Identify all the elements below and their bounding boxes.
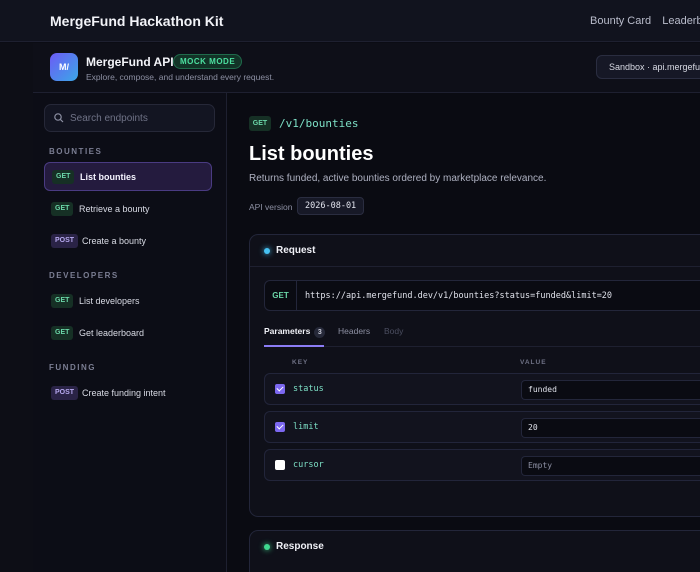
mergefund-logo: M/	[50, 53, 78, 81]
request-tabs: Parameters 3 Headers Body	[264, 323, 700, 347]
method-badge: POST	[51, 234, 79, 248]
request-card-header: Request	[250, 235, 700, 267]
search-icon	[54, 113, 64, 123]
api-version-badge: 2026-08-01	[297, 197, 365, 215]
mock-mode-badge: MOCK MODE	[173, 54, 243, 69]
method-badge: GET	[51, 202, 74, 216]
sidebar-item-label: Create funding intent	[82, 388, 166, 398]
environment-selector[interactable]: Sandbox · api.mergefund.dev	[596, 55, 700, 79]
method-badge: GET	[52, 170, 75, 184]
top-nav: Bounty Card Leaderboard	[590, 15, 700, 27]
column-header-key: KEY	[292, 359, 309, 366]
sidebar-item-label: Retrieve a bounty	[79, 204, 150, 214]
nav-leaderboard[interactable]: Leaderboard	[662, 15, 700, 27]
response-status-dot	[264, 544, 270, 550]
request-url-bar[interactable]: GET https://api.mergefund.dev/v1/bountie…	[264, 280, 700, 311]
top-bar: MergeFund Hackathon Kit Bounty Card Lead…	[0, 0, 700, 42]
parameter-row: status funded	[264, 373, 700, 405]
response-title: Response	[276, 541, 324, 552]
parameter-value-input[interactable]: funded	[521, 380, 700, 400]
sidebar-item-create-bounty[interactable]: POST Create a bounty	[44, 227, 212, 256]
parameter-count-badge: 3	[314, 327, 326, 338]
sidebar-item-list-developers[interactable]: GET List developers	[44, 287, 212, 316]
parameter-value-input[interactable]: Empty	[521, 456, 700, 476]
parameter-row: limit 20	[264, 411, 700, 443]
parameter-row: cursor Empty	[264, 449, 700, 481]
section-bounties: BOUNTIES	[49, 147, 103, 156]
parameter-enabled-checkbox[interactable]	[275, 460, 285, 470]
section-funding: FUNDING	[49, 363, 96, 372]
active-tab-indicator	[264, 345, 324, 347]
parameter-key: limit	[293, 422, 319, 432]
parameter-enabled-checkbox[interactable]	[275, 384, 285, 394]
method-badge: GET	[51, 326, 74, 340]
endpoint-description: Returns funded, active bounties ordered …	[249, 173, 547, 184]
search-endpoints-input[interactable]: Search endpoints	[44, 104, 215, 132]
parameter-key: cursor	[293, 460, 324, 470]
request-method[interactable]: GET	[265, 281, 297, 310]
sidebar-item-label: List developers	[79, 296, 140, 306]
response-card: Response	[249, 530, 700, 572]
tab-headers[interactable]: Headers	[338, 326, 370, 336]
sidebar-item-retrieve-bounty[interactable]: GET Retrieve a bounty	[44, 195, 212, 224]
method-badge: POST	[51, 386, 79, 400]
tab-label: Parameters	[264, 326, 311, 336]
app-title: MergeFund Hackathon Kit	[50, 13, 224, 29]
request-url: https://api.mergefund.dev/v1/bounties?st…	[305, 291, 613, 301]
nav-bounty-card[interactable]: Bounty Card	[590, 15, 651, 27]
endpoint-detail: GET /v1/bounties List bounties Returns f…	[228, 93, 700, 572]
tab-body[interactable]: Body	[384, 326, 403, 336]
column-header-value: VALUE	[520, 359, 547, 366]
method-badge: GET	[51, 294, 74, 308]
api-header: M/ MergeFund API MOCK MODE Explore, comp…	[33, 43, 700, 93]
request-card: Request GET https://api.mergefund.dev/v1…	[249, 234, 700, 517]
section-developers: DEVELOPERS	[49, 271, 119, 280]
api-version-label: API version	[249, 202, 293, 212]
parameter-value-input[interactable]: 20	[521, 418, 700, 438]
left-gutter	[0, 43, 33, 572]
api-name: MergeFund API	[86, 55, 174, 69]
api-subtitle: Explore, compose, and understand every r…	[86, 72, 275, 82]
sidebar-item-create-funding-intent[interactable]: POST Create funding intent	[44, 379, 212, 408]
sidebar-item-label: List bounties	[80, 172, 136, 182]
parameter-enabled-checkbox[interactable]	[275, 422, 285, 432]
sidebar-item-label: Create a bounty	[82, 236, 147, 246]
endpoint-method-badge: GET	[249, 116, 271, 131]
page-title: List bounties	[249, 143, 374, 165]
request-title: Request	[276, 245, 316, 256]
request-status-dot	[264, 248, 270, 254]
sidebar-item-list-bounties[interactable]: GET List bounties	[44, 162, 212, 191]
response-card-header: Response	[250, 531, 700, 563]
endpoint-sidebar: Search endpoints BOUNTIES GET List bount…	[33, 93, 227, 572]
endpoint-path: /v1/bounties	[279, 117, 359, 130]
search-placeholder: Search endpoints	[70, 113, 148, 124]
tab-parameters[interactable]: Parameters 3	[264, 326, 326, 338]
sidebar-item-get-leaderboard[interactable]: GET Get leaderboard	[44, 319, 212, 348]
parameter-key: status	[293, 384, 324, 394]
sidebar-item-label: Get leaderboard	[79, 328, 145, 338]
